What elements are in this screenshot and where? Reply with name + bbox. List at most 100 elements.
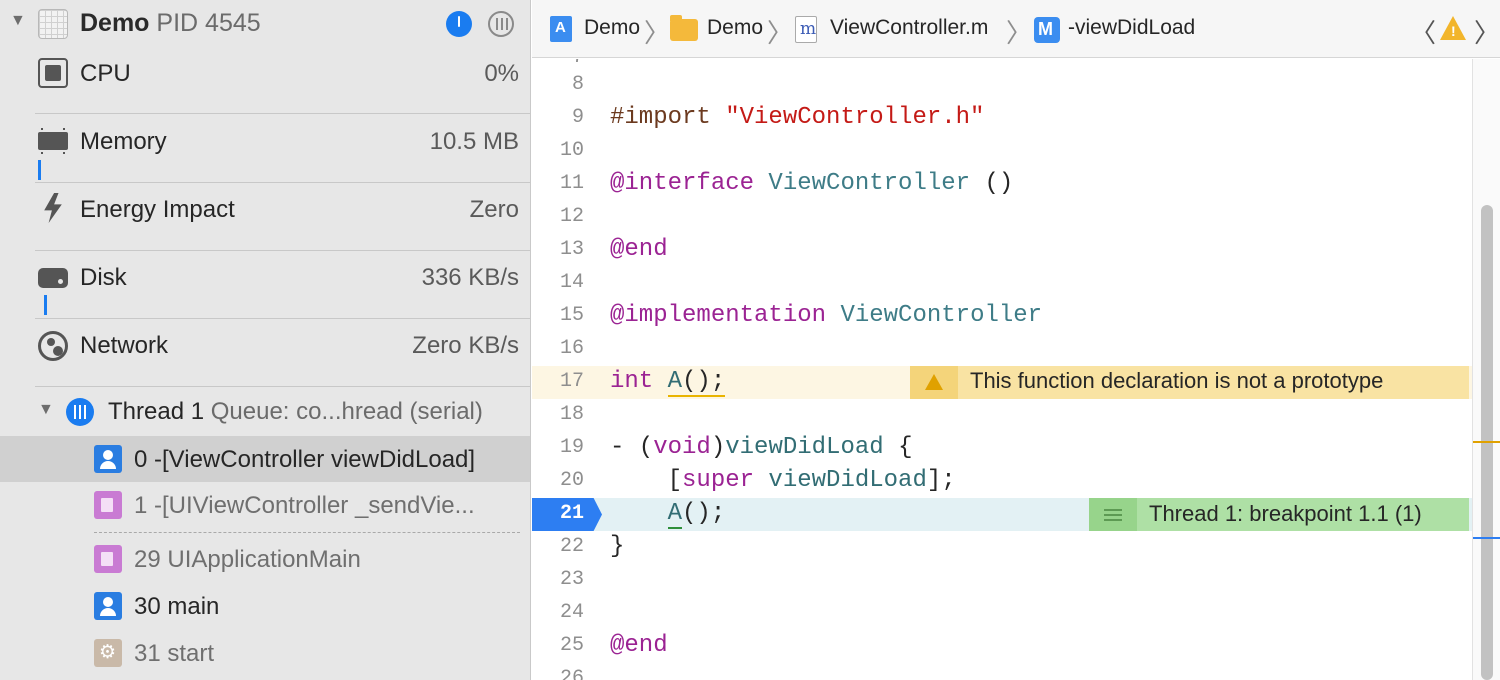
stack-frame-label: 31 start: [134, 640, 215, 667]
minimap[interactable]: [1472, 59, 1500, 680]
line-number: 16: [559, 337, 584, 360]
breakpoint-marker[interactable]: 21: [532, 498, 602, 531]
stack-frame-label: 30 main: [134, 593, 220, 620]
thread-name: Thread 1: [108, 398, 205, 425]
code-line: 25 @end: [532, 630, 1472, 663]
line-number: 9: [571, 106, 584, 129]
jumpbar-project[interactable]: Demo: [584, 16, 640, 40]
warning-message: This function declaration is not a proto…: [970, 368, 1384, 393]
thread-icon: [66, 398, 94, 426]
code-line: 12: [532, 201, 1472, 234]
line-number: 12: [559, 205, 584, 228]
gauge-cpu[interactable]: CPU 0%: [0, 48, 530, 116]
line-number: 25: [559, 634, 584, 657]
line-number: 17: [559, 370, 584, 393]
code-line: 26: [532, 663, 1472, 680]
gauge-label: CPU: [80, 60, 131, 87]
gauge-value: 10.5 MB: [429, 128, 519, 155]
process-name: Demo PID 4545: [80, 9, 261, 38]
stack-frame-row[interactable]: 29 UIApplicationMain: [0, 537, 530, 583]
gauge-label: Memory: [80, 128, 167, 155]
disclosure-triangle-icon[interactable]: ▼: [38, 401, 54, 419]
disk-drive-icon: [38, 264, 68, 294]
memory-usage-bar: [38, 160, 41, 180]
folder-icon: [670, 15, 698, 41]
breadcrumb-separator: 〉: [1006, 18, 1033, 48]
code-line: 23: [532, 564, 1472, 597]
disclosure-triangle-icon[interactable]: ▼: [10, 12, 26, 30]
next-issue-button[interactable]: 〉: [1474, 13, 1500, 50]
stack-frame-row[interactable]: 30 main: [0, 584, 530, 630]
code-line: 14: [532, 267, 1472, 300]
gauge-label: Disk: [80, 264, 127, 291]
process-row[interactable]: ▼ Demo PID 4545: [0, 0, 530, 48]
jumpbar-group[interactable]: Demo: [707, 16, 763, 40]
process-name-text: Demo: [80, 9, 150, 37]
code-text: @implementation ViewController: [610, 302, 1043, 329]
source-editor[interactable]: 7 8 9 #import "ViewController.h" 10 11 @…: [532, 59, 1472, 680]
disk-usage-bar: [44, 295, 47, 315]
line-number: 10: [559, 139, 584, 162]
code-line: 10: [532, 135, 1472, 168]
code-line: 18: [532, 399, 1472, 432]
line-number: 14: [559, 271, 584, 294]
code-line: 13 @end: [532, 234, 1472, 267]
memory-icon: [38, 128, 68, 158]
gauge-disk[interactable]: Disk 336 KB/s: [0, 251, 530, 319]
breakpoint-message: Thread 1: breakpoint 1.1 (1): [1149, 501, 1422, 526]
debug-gauges-button[interactable]: [446, 11, 472, 37]
code-line-breakpoint: 21 A(); Thread 1: breakpoint 1.1 (1): [532, 498, 1472, 531]
line-number: 11: [559, 172, 584, 195]
stack-frame-row[interactable]: 31 start: [0, 631, 530, 677]
stack-frame-row[interactable]: 1 -[UIViewController _sendVie...: [0, 482, 530, 528]
jumpbar-file[interactable]: ViewController.m: [830, 16, 988, 40]
gauge-value: Zero KB/s: [412, 332, 519, 359]
user-code-icon: [94, 445, 122, 473]
stack-frame-label: 29 UIApplicationMain: [134, 546, 361, 573]
minimap-breakpoint-marker: [1473, 537, 1500, 539]
code-text: [super viewDidLoad];: [610, 467, 956, 494]
warning-icon[interactable]: [1440, 16, 1466, 40]
globe-icon: [38, 331, 68, 361]
line-number: 19: [559, 436, 584, 459]
thread-filter-button[interactable]: [488, 11, 514, 37]
line-number: 20: [559, 469, 584, 492]
gauge-network[interactable]: Network Zero KB/s: [0, 319, 530, 387]
objc-file-icon: [795, 16, 817, 43]
code-text: }: [610, 533, 625, 560]
line-number: 18: [559, 403, 584, 426]
code-line-warning: 17 int A(); This function declaration is…: [532, 366, 1472, 399]
user-code-icon: [94, 592, 122, 620]
code-text: - (void)viewDidLoad {: [610, 434, 913, 461]
stack-lines-icon: [1089, 498, 1137, 531]
code-line: 16: [532, 333, 1472, 366]
divider: [35, 386, 530, 387]
code-text: @interface ViewController (): [610, 170, 1014, 197]
breadcrumb-separator: 〉: [767, 18, 794, 48]
code-text: A();: [667, 500, 726, 529]
breakpoint-annotation[interactable]: Thread 1: breakpoint 1.1 (1): [1089, 498, 1469, 531]
code-line: 20 [super viewDidLoad];: [532, 465, 1472, 498]
previous-issue-button[interactable]: 〈: [1410, 13, 1436, 50]
line-number: 26: [559, 667, 584, 680]
jumpbar-symbol[interactable]: -viewDidLoad: [1068, 16, 1195, 40]
framework-code-icon: [94, 545, 122, 573]
code-text: #import "ViewController.h": [610, 104, 985, 131]
gauge-memory[interactable]: Memory 10.5 MB: [0, 114, 530, 182]
stack-frame-row[interactable]: 0 -[ViewController viewDidLoad]: [0, 436, 530, 482]
line-number: 8: [571, 73, 584, 96]
code-text: @end: [610, 632, 668, 659]
code-text: @end: [610, 236, 668, 263]
gauge-value: 0%: [484, 60, 519, 87]
thread-queue: Queue: co...hread (serial): [210, 398, 483, 425]
warning-annotation[interactable]: This function declaration is not a proto…: [910, 366, 1469, 399]
line-number: 15: [559, 304, 584, 327]
gauge-energy[interactable]: Energy Impact Zero: [0, 183, 530, 251]
code-line: 22 }: [532, 531, 1472, 564]
line-number: 24: [559, 601, 584, 624]
gauge-label: Network: [80, 332, 169, 359]
thread-label: Thread 1 Queue: co...hread (serial): [108, 398, 483, 426]
code-line: 11 @interface ViewController (): [532, 168, 1472, 201]
line-number: 23: [559, 568, 584, 591]
collapsed-frames-separator: [94, 532, 520, 533]
